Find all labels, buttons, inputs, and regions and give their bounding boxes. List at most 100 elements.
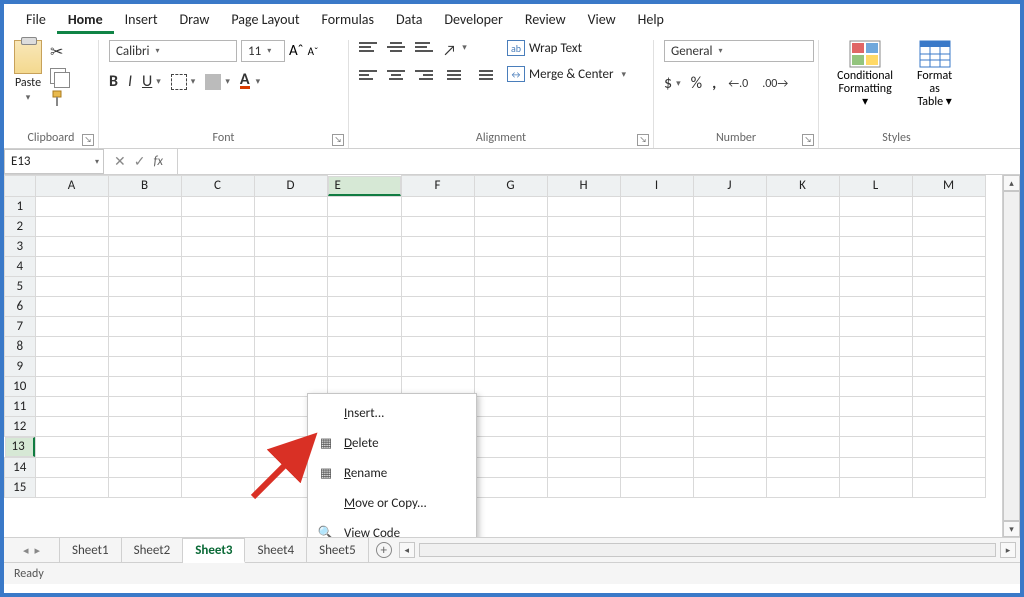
cell-H10[interactable] [547,376,620,396]
cell-J7[interactable] [693,316,766,336]
increase-decimal-button[interactable]: ←.0 [726,75,750,93]
cell-C13[interactable] [181,436,254,457]
cell-J6[interactable] [693,296,766,316]
align-bottom-button[interactable] [415,42,433,56]
worksheet-grid[interactable]: ABCDEFGHIJKLM123456789101112131415 Inser… [4,175,1020,537]
cell-K7[interactable] [766,316,839,336]
sheet-tab-sheet2[interactable]: Sheet2 [122,538,184,562]
ctx-move-or-copy[interactable]: Move or Copy... [308,488,476,518]
cell-L6[interactable] [839,296,912,316]
cell-B15[interactable] [108,477,181,497]
cell-G7[interactable] [474,316,547,336]
cell-K13[interactable] [766,436,839,457]
currency-button[interactable]: $ [664,74,672,93]
cell-M15[interactable] [912,477,985,497]
cell-H1[interactable] [547,196,620,216]
font-color-button[interactable]: A [240,74,250,89]
cell-B12[interactable] [108,416,181,436]
row-header-2[interactable]: 2 [5,216,36,236]
cell-K9[interactable] [766,356,839,376]
cell-L15[interactable] [839,477,912,497]
column-header-I[interactable]: I [620,176,693,197]
cell-H9[interactable] [547,356,620,376]
row-header-4[interactable]: 4 [5,256,36,276]
column-header-L[interactable]: L [839,176,912,197]
row-header-10[interactable]: 10 [5,376,36,396]
vertical-scrollbar[interactable]: ▴ ▾ [1002,175,1020,537]
increase-indent-button[interactable] [475,70,493,84]
underline-button[interactable]: U [142,72,152,91]
dialog-launcher-icon[interactable]: ↘ [332,134,344,146]
cell-B14[interactable] [108,457,181,477]
cell-F3[interactable] [401,236,474,256]
dialog-launcher-icon[interactable]: ↘ [82,134,94,146]
cell-K6[interactable] [766,296,839,316]
column-header-C[interactable]: C [181,176,254,197]
cell-G14[interactable] [474,457,547,477]
cell-H11[interactable] [547,396,620,416]
conditional-formatting-button[interactable]: ConditionalFormatting ▾ [829,40,901,109]
cell-K11[interactable] [766,396,839,416]
cell-A2[interactable] [35,216,108,236]
cell-I3[interactable] [620,236,693,256]
cell-K8[interactable] [766,336,839,356]
cell-C8[interactable] [181,336,254,356]
cell-J5[interactable] [693,276,766,296]
row-header-6[interactable]: 6 [5,296,36,316]
menu-home[interactable]: Home [57,6,114,34]
cell-M11[interactable] [912,396,985,416]
column-header-A[interactable]: A [35,176,108,197]
cell-E5[interactable] [327,276,401,296]
cell-F2[interactable] [401,216,474,236]
cell-M4[interactable] [912,256,985,276]
cell-E1[interactable] [327,196,401,216]
cell-B4[interactable] [108,256,181,276]
formula-input[interactable] [177,149,1020,174]
column-header-J[interactable]: J [693,176,766,197]
cell-I1[interactable] [620,196,693,216]
cell-E4[interactable] [327,256,401,276]
fill-color-button[interactable] [205,74,221,90]
ctx-insert[interactable]: Insert... [308,398,476,428]
cell-A7[interactable] [35,316,108,336]
cell-C12[interactable] [181,416,254,436]
cell-I6[interactable] [620,296,693,316]
column-header-D[interactable]: D [254,176,327,197]
increase-font-button[interactable]: Aˆ [289,42,304,60]
cell-B3[interactable] [108,236,181,256]
decrease-indent-button[interactable] [447,70,465,84]
cell-M9[interactable] [912,356,985,376]
cell-H3[interactable] [547,236,620,256]
percent-button[interactable]: % [691,74,702,93]
menu-view[interactable]: View [577,6,627,34]
cell-G3[interactable] [474,236,547,256]
bold-button[interactable]: B [109,72,118,91]
cell-J2[interactable] [693,216,766,236]
cell-A3[interactable] [35,236,108,256]
scroll-up-button[interactable]: ▴ [1003,175,1020,191]
cell-A5[interactable] [35,276,108,296]
cell-C5[interactable] [181,276,254,296]
cell-C2[interactable] [181,216,254,236]
cell-K3[interactable] [766,236,839,256]
ctx-view-code[interactable]: 🔍View Code [308,518,476,537]
column-header-K[interactable]: K [766,176,839,197]
cell-B9[interactable] [108,356,181,376]
cell-D9[interactable] [254,356,327,376]
cell-D7[interactable] [254,316,327,336]
format-painter-button[interactable] [50,90,66,108]
cell-A4[interactable] [35,256,108,276]
align-left-button[interactable] [359,70,377,84]
cell-A9[interactable] [35,356,108,376]
column-header-H[interactable]: H [547,176,620,197]
cell-L10[interactable] [839,376,912,396]
cell-I7[interactable] [620,316,693,336]
select-all-cell[interactable] [5,176,36,197]
cell-D8[interactable] [254,336,327,356]
cell-D1[interactable] [254,196,327,216]
cell-B8[interactable] [108,336,181,356]
dialog-launcher-icon[interactable]: ↘ [637,134,649,146]
cell-J12[interactable] [693,416,766,436]
ctx-rename[interactable]: ▦Rename [308,458,476,488]
wrap-text-button[interactable]: abWrap Text [507,40,626,56]
